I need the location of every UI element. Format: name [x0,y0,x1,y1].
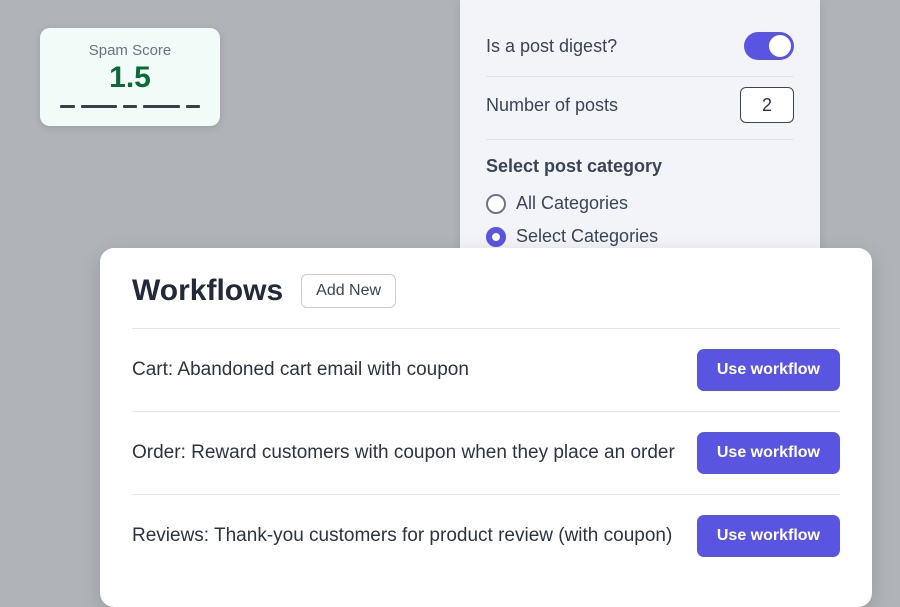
workflow-row: Order: Reward customers with coupon when… [132,411,840,494]
radio-select-label: Select Categories [516,226,658,247]
use-workflow-button[interactable]: Use workflow [697,432,840,474]
workflow-row: Cart: Abandoned cart email with coupon U… [132,328,840,411]
workflow-name: Cart: Abandoned cart email with coupon [132,357,677,383]
workflows-panel: Workflows Add New Cart: Abandoned cart e… [100,248,872,607]
spam-score-scale [58,105,202,108]
spam-score-value: 1.5 [58,61,202,95]
radio-all-label: All Categories [516,193,628,214]
add-new-button[interactable]: Add New [301,274,396,308]
setting-row-digest: Is a post digest? [486,22,794,77]
workflows-header: Workflows Add New [132,274,840,308]
radio-icon [486,194,506,214]
digest-toggle[interactable] [744,32,794,60]
workflow-name: Order: Reward customers with coupon when… [132,440,677,466]
workflow-row: Reviews: Thank-you customers for product… [132,494,840,577]
toggle-knob [769,35,791,57]
use-workflow-button[interactable]: Use workflow [697,349,840,391]
num-posts-input[interactable] [740,87,794,123]
radio-all-categories[interactable]: All Categories [486,187,794,220]
use-workflow-button[interactable]: Use workflow [697,515,840,557]
workflow-name: Reviews: Thank-you customers for product… [132,523,677,549]
setting-row-num-posts: Number of posts [486,77,794,140]
workflows-title: Workflows [132,274,283,308]
digest-label: Is a post digest? [486,36,617,57]
spam-score-card: Spam Score 1.5 [40,28,220,126]
num-posts-label: Number of posts [486,95,618,116]
spam-score-title: Spam Score [58,42,202,59]
radio-icon [486,227,506,247]
category-heading: Select post category [486,156,794,177]
